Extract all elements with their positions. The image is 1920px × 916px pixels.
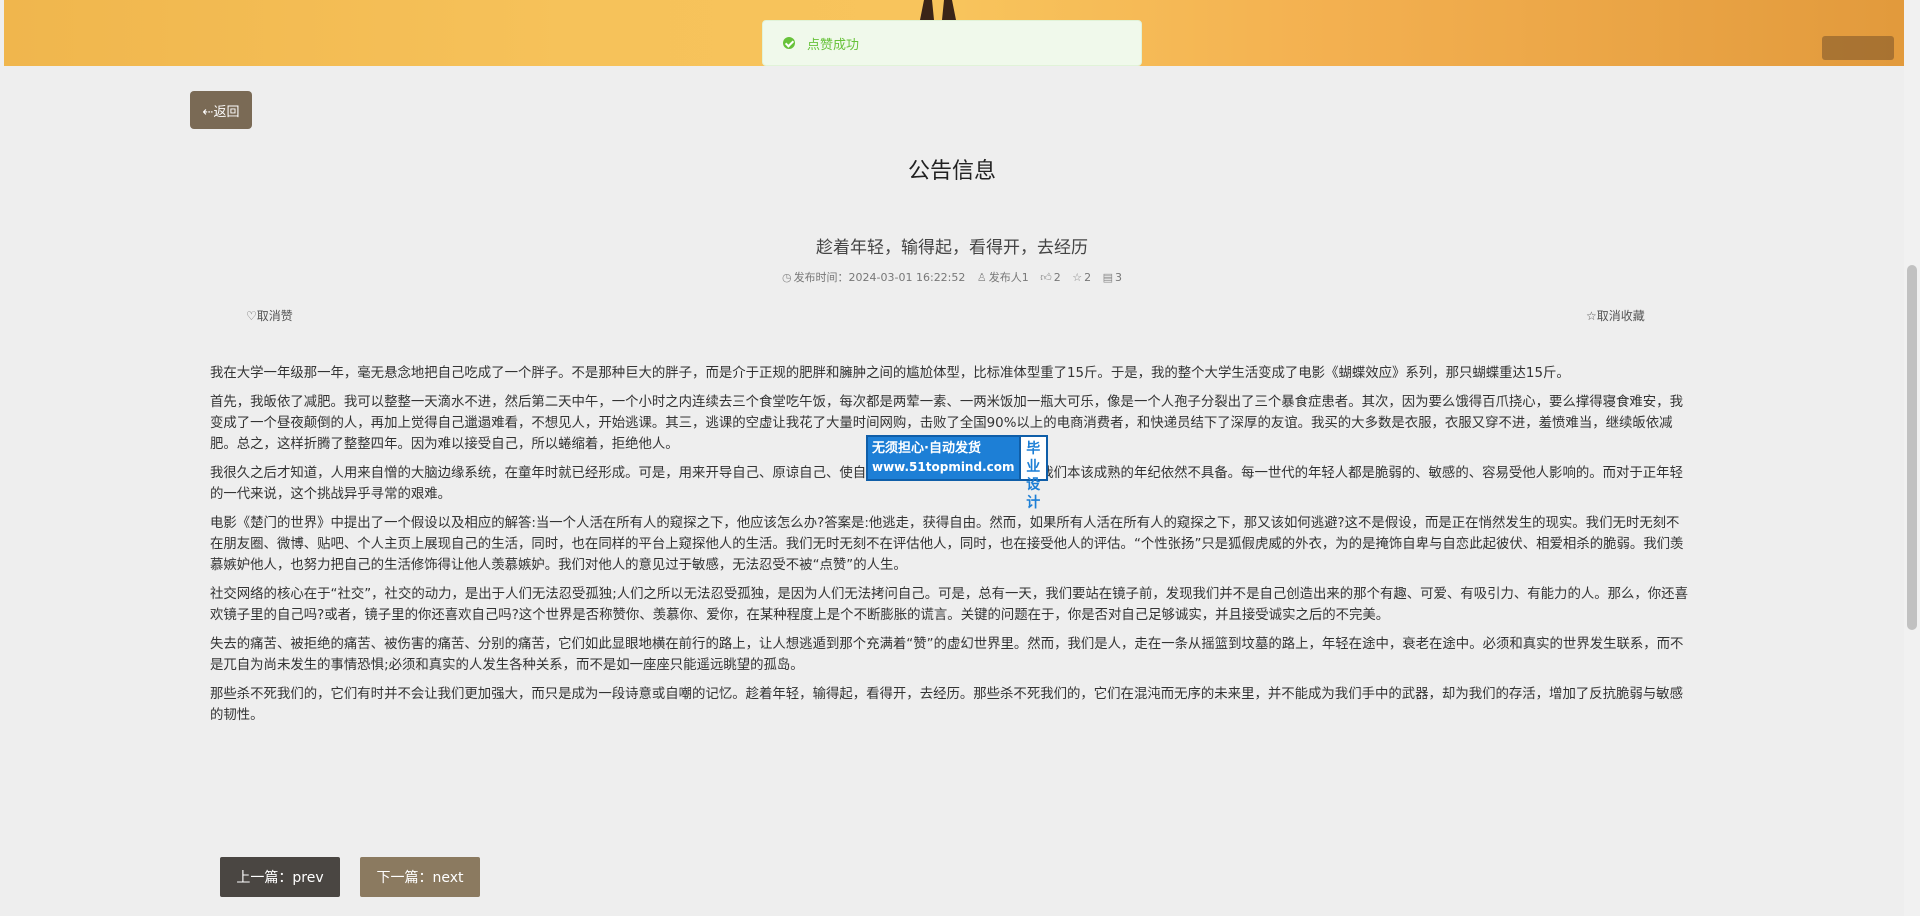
article-paragraph: 电影《楚门的世界》中提出了一个假设以及相应的解答:当一个人活在所有人的窥探之下，… [210,516,1684,573]
ad-url: www.51topmind.com [872,460,1015,474]
like-count: 👍︎ 2 [1040,271,1061,284]
article-meta: ◷ 发布时间：2024-03-01 16:22:52 ♙ 发布人1 👍︎ 2 ☆ 2 ▤… [0,269,1904,285]
article-paragraph: 我在大学一年级那一年，毫无悬念地把自己吃成了一个胖子。不是那种巨大的胖子，而是介… [210,366,1570,381]
ad-line1: 无须担心·自动发货 [872,441,981,456]
user-icon: ♙ [976,271,987,284]
unfavorite-label: 取消收藏 [1596,309,1645,323]
star-outline-icon: ☆ [1586,309,1597,323]
watermark-ad-badge: 无须担心·自动发货 www.51topmind.com 毕业设计 [866,435,1048,511]
publish-time: ◷ 发布时间：2024-03-01 16:22:52 [782,269,965,285]
scrollbar-thumb[interactable] [1907,265,1917,630]
comment-count-text: 3 [1115,271,1123,284]
heart-icon: ♡ [246,309,257,323]
article-body: 我在大学一年级那一年，毫无悬念地把自己吃成了一个胖子。不是那种巨大的胖子，而是介… [210,363,1692,734]
ad-left: 无须担心·自动发货 www.51topmind.com [868,437,1019,479]
back-button[interactable]: ⇠返回 [190,91,252,129]
banner-structure-image [920,0,956,20]
toast-message: 点赞成功 [807,37,860,53]
publisher-text: 发布人1 [988,271,1029,284]
article-paragraph: 失去的痛苦、被拒绝的痛苦、被伤害的痛苦、分别的痛苦，它们如此显眼地横在前行的路上… [210,637,1684,673]
page-title: 公告信息 [907,159,996,184]
clock-icon: ◷ [781,271,792,284]
success-toast: 点赞成功 [762,20,1142,66]
ad-side: 毕业设计 [1018,437,1046,511]
article-paragraph: 社交网络的核心在于“社交”，社交的动力，是出于人们无法忍受孤独;人们之所以无法忍… [210,587,1688,623]
article-paragraph: 那些杀不死我们的，它们有时并不会让我们更加强大，而只是成为一段诗意或自嘲的记忆。… [210,687,1683,723]
thumbs-up-icon: 👍︎ [1040,271,1052,284]
publish-time-text: 发布时间：2024-03-01 16:22:52 [793,271,966,284]
next-article-button[interactable]: 下一篇：next [360,857,480,897]
publisher: ♙ 发布人1 [977,269,1029,285]
prev-article-button[interactable]: 上一篇：prev [220,857,340,897]
unfavorite-button[interactable]: ☆取消收藏 [1586,307,1645,324]
check-circle-icon [783,37,795,49]
banner-overlay [1822,36,1894,60]
favorite-count-text: 2 [1084,271,1092,284]
comment-count: ▤ 3 [1103,271,1122,284]
star-icon: ☆ [1072,271,1083,284]
unlike-button[interactable]: ♡取消赞 [246,307,293,324]
scrollbar[interactable] [1904,0,1920,916]
comment-icon: ▤ [1102,271,1114,284]
favorite-count: ☆ 2 [1072,271,1091,284]
article-title: 趁着年轻，输得起，看得开，去经历 [816,238,1088,258]
like-count-text: 2 [1053,271,1061,284]
unlike-label: 取消赞 [256,309,293,323]
